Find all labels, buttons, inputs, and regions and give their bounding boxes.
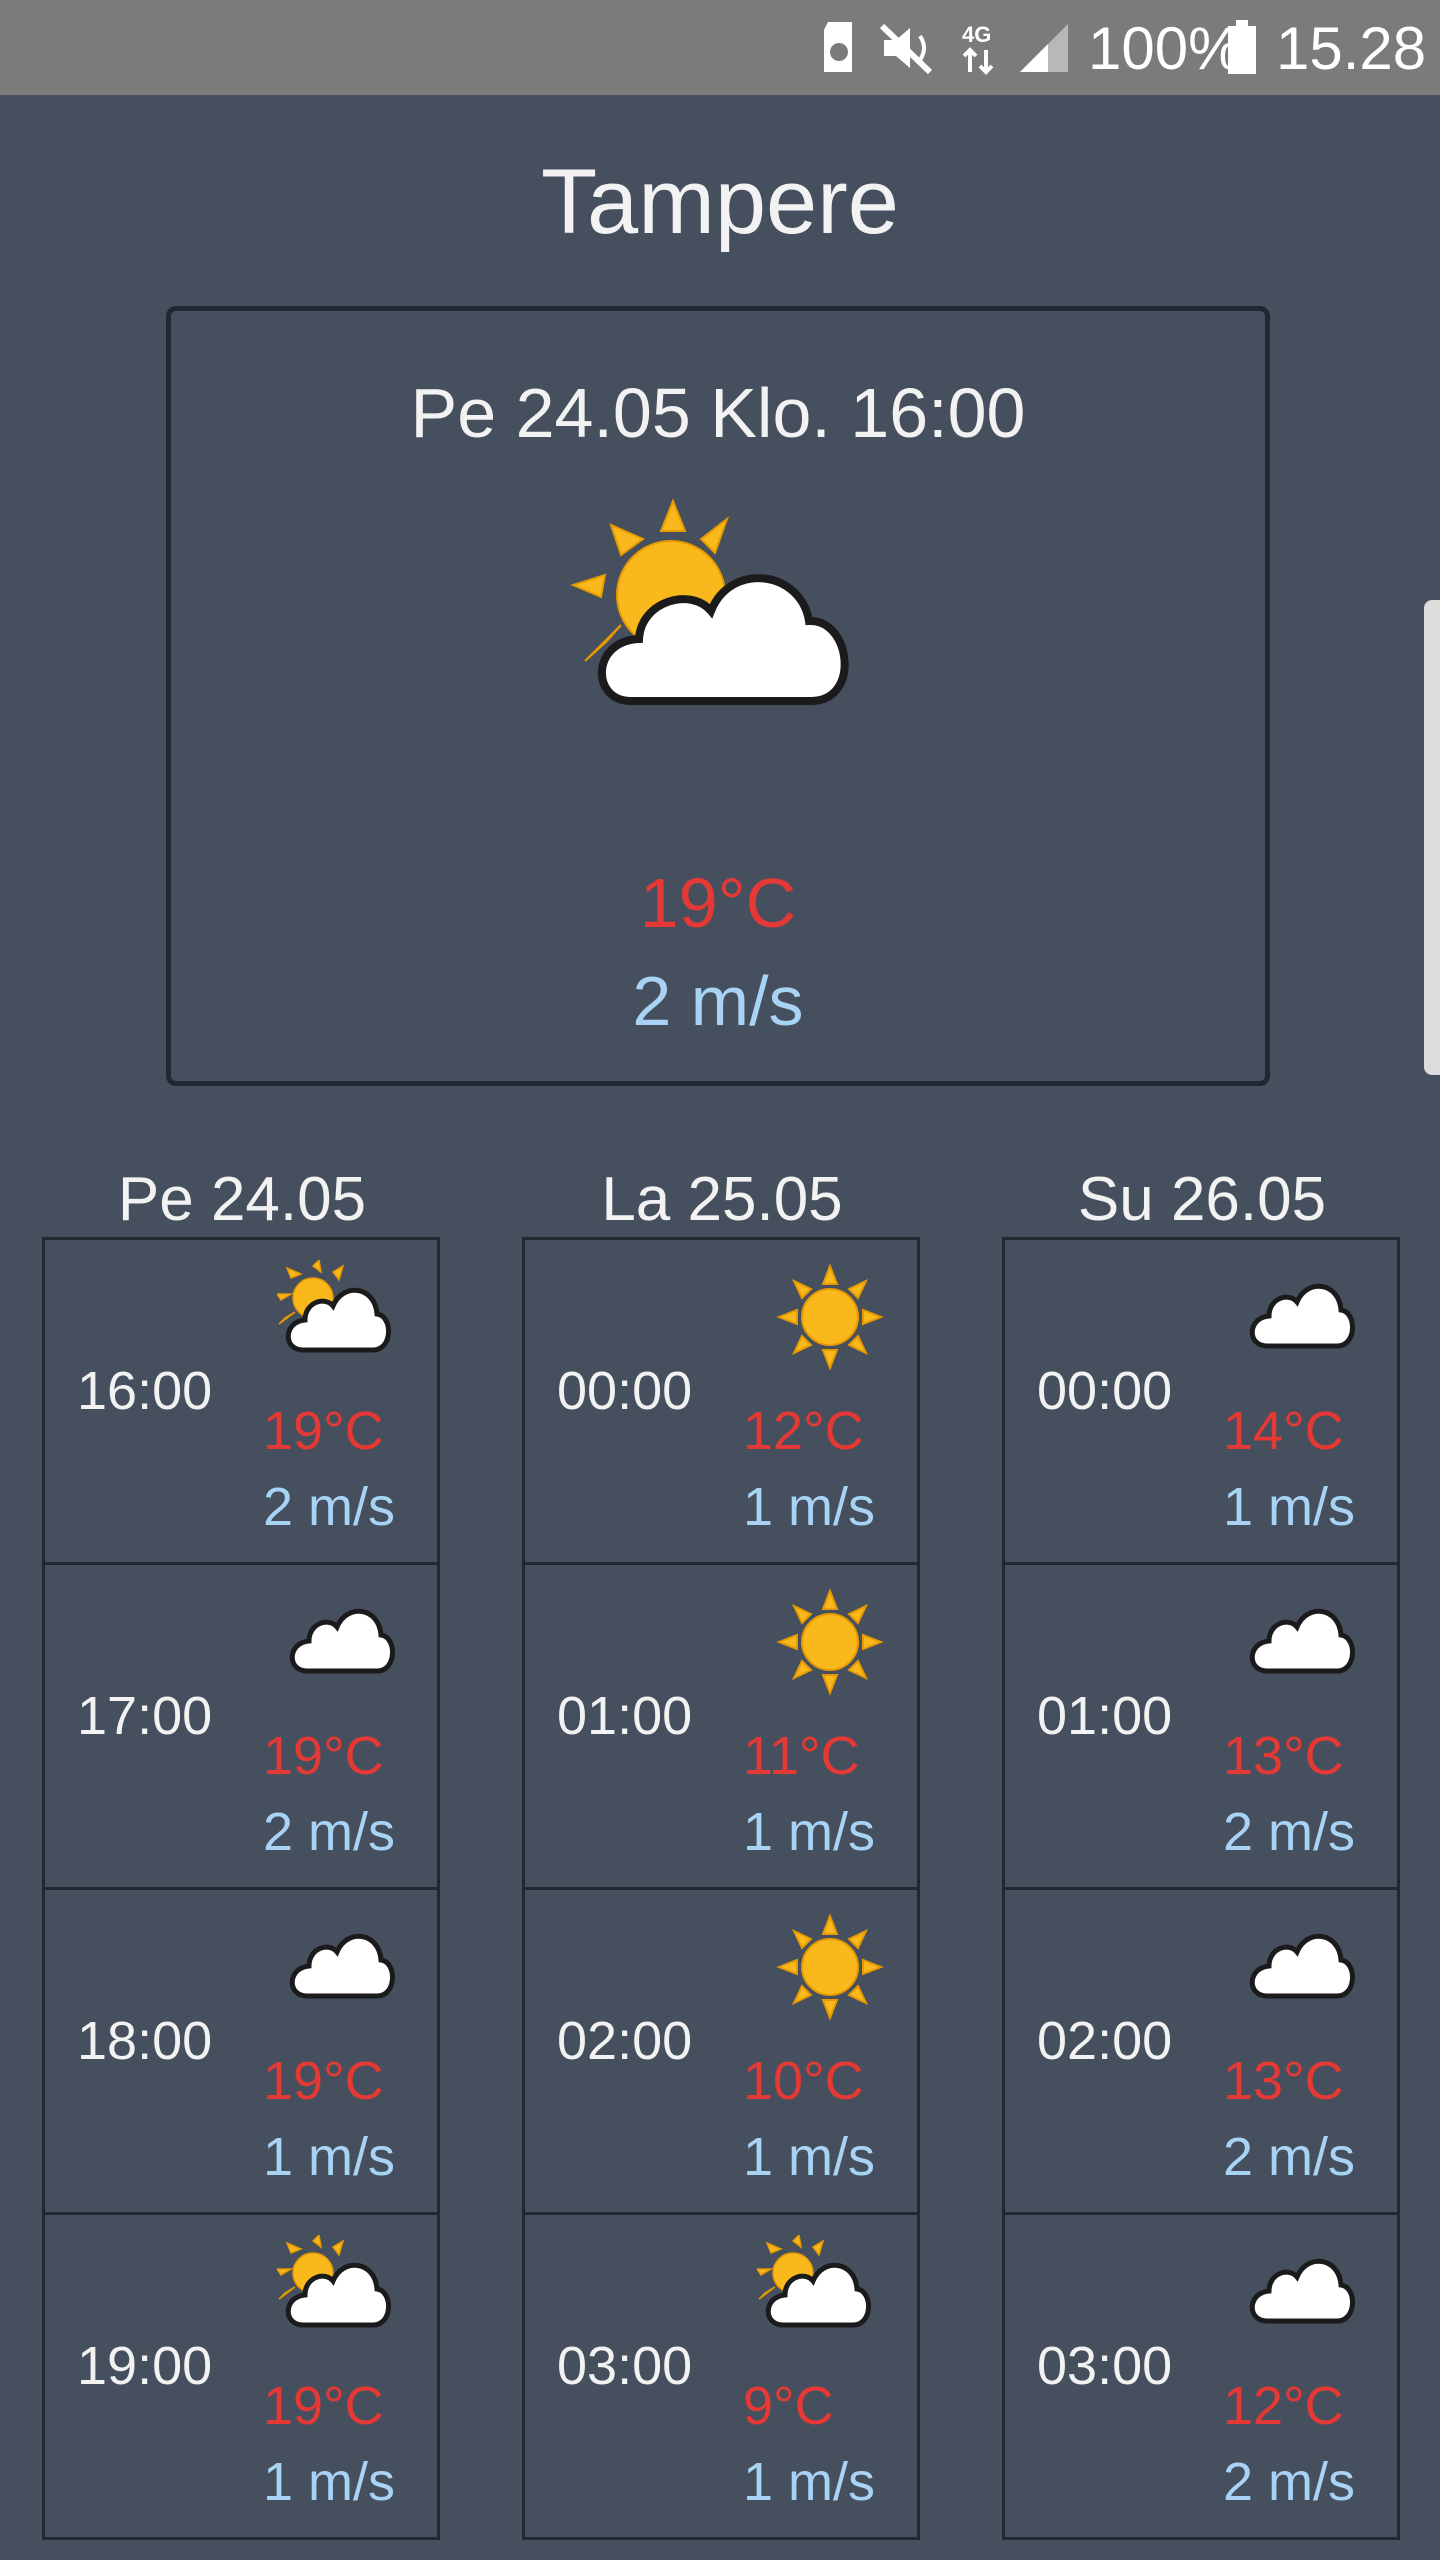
hour-wind: 1 m/s bbox=[263, 2127, 396, 2187]
hour-temperature: 19°C bbox=[263, 2376, 384, 2436]
hour-wind: 2 m/s bbox=[1223, 2452, 1356, 2512]
day-title: Pe 24.05 bbox=[117, 1165, 367, 1234]
cloud-icon bbox=[285, 1593, 395, 1688]
partly-cloudy-icon bbox=[275, 2233, 397, 2340]
hour-time: 00:00 bbox=[1037, 1361, 1173, 1421]
day-column: Pe 24.05 16:00 19°C 2 m/s 17:00 19°C 2 m… bbox=[42, 1160, 442, 2540]
hour-temperature: 9°C bbox=[743, 2376, 834, 2436]
hour-time: 02:00 bbox=[1037, 2011, 1173, 2071]
hour-forecast: 03:00 12°C 2 m/s bbox=[1002, 2212, 1400, 2540]
hour-time: 01:00 bbox=[557, 1686, 693, 1746]
hour-temperature: 13°C bbox=[1223, 1726, 1344, 1786]
hour-temperature: 11°C bbox=[743, 1726, 860, 1786]
sun-icon bbox=[775, 1912, 885, 2027]
current-wind: 2 m/s bbox=[632, 962, 804, 1040]
hour-temperature: 19°C bbox=[263, 2051, 384, 2111]
hour-time: 03:00 bbox=[557, 2336, 693, 2396]
sun-icon bbox=[775, 1262, 885, 1377]
hour-forecast: 18:00 19°C 1 m/s bbox=[42, 1887, 440, 2215]
day-title: Su 26.05 bbox=[1077, 1165, 1327, 1234]
signal-icon bbox=[1020, 24, 1068, 72]
hour-temperature: 12°C bbox=[1223, 2376, 1344, 2436]
sun-icon bbox=[775, 1587, 885, 1702]
hour-wind: 2 m/s bbox=[1223, 1802, 1356, 1862]
hour-forecast: 03:00 9°C 1 m/s bbox=[522, 2212, 920, 2540]
hour-wind: 2 m/s bbox=[263, 1802, 396, 1862]
hour-wind: 2 m/s bbox=[263, 1477, 396, 1537]
hour-forecast: 01:00 11°C 1 m/s bbox=[522, 1562, 920, 1890]
hour-wind: 1 m/s bbox=[743, 2452, 876, 2512]
hour-wind: 1 m/s bbox=[263, 2452, 396, 2512]
hour-temperature: 13°C bbox=[1223, 2051, 1344, 2111]
hour-time: 16:00 bbox=[77, 1361, 213, 1421]
cloud-icon bbox=[285, 1918, 395, 2013]
cloud-icon bbox=[1245, 1918, 1355, 2013]
sd-card-icon bbox=[824, 22, 852, 72]
current-datetime: Pe 24.05 Klo. 16:00 bbox=[410, 374, 1026, 452]
hour-time: 03:00 bbox=[1037, 2336, 1173, 2396]
hour-temperature: 10°C bbox=[743, 2051, 864, 2111]
hour-forecast: 01:00 13°C 2 m/s bbox=[1002, 1562, 1400, 1890]
mute-icon bbox=[880, 23, 933, 74]
hour-wind: 1 m/s bbox=[743, 2127, 876, 2187]
hour-temperature: 19°C bbox=[263, 1401, 384, 1461]
partly-cloudy-icon bbox=[275, 1258, 397, 1365]
hour-forecast: 00:00 14°C 1 m/s bbox=[1002, 1237, 1400, 1565]
hour-wind: 2 m/s bbox=[1223, 2127, 1356, 2187]
hour-forecast: 17:00 19°C 2 m/s bbox=[42, 1562, 440, 1890]
svg-text:4G: 4G bbox=[962, 22, 991, 47]
cloud-icon bbox=[1245, 2243, 1355, 2338]
hour-forecast: 16:00 19°C 2 m/s bbox=[42, 1237, 440, 1565]
cloud-icon bbox=[1245, 1268, 1355, 1363]
hour-forecast: 00:00 12°C 1 m/s bbox=[522, 1237, 920, 1565]
status-time: 15.28 bbox=[1276, 15, 1427, 82]
hour-time: 19:00 bbox=[77, 2336, 213, 2396]
hour-forecast: 19:00 19°C 1 m/s bbox=[42, 2212, 440, 2540]
hour-time: 18:00 bbox=[77, 2011, 213, 2071]
day-column: Su 26.05 00:00 14°C 1 m/s 01:00 13°C 2 m… bbox=[1002, 1160, 1402, 2540]
day-column: La 25.05 00:00 12°C 1 m/s 01:00 11°C 1 m… bbox=[522, 1160, 922, 2540]
battery-percent: 100% bbox=[1088, 15, 1242, 82]
current-temperature: 19°C bbox=[639, 864, 797, 942]
day-title: La 25.05 bbox=[601, 1165, 843, 1234]
cloud-icon bbox=[1245, 1593, 1355, 1688]
hour-wind: 1 m/s bbox=[743, 1802, 876, 1862]
scrollbar[interactable] bbox=[1424, 600, 1440, 1075]
hour-temperature: 14°C bbox=[1223, 1401, 1344, 1461]
hour-time: 17:00 bbox=[77, 1686, 213, 1746]
hour-forecast: 02:00 13°C 2 m/s bbox=[1002, 1887, 1400, 2215]
partly-cloudy-icon bbox=[570, 498, 849, 705]
hour-temperature: 12°C bbox=[743, 1401, 864, 1461]
current-weather-card: Pe 24.05 Klo. 16:00 19°C 2 m/s bbox=[166, 306, 1270, 1086]
hour-time: 01:00 bbox=[1037, 1686, 1173, 1746]
battery-icon bbox=[1228, 20, 1256, 74]
city-title: Tampere bbox=[541, 151, 899, 253]
hour-wind: 1 m/s bbox=[743, 1477, 876, 1537]
hour-time: 02:00 bbox=[557, 2011, 693, 2071]
hour-forecast: 02:00 10°C 1 m/s bbox=[522, 1887, 920, 2215]
status-bar: 4G 100% 15.28 bbox=[0, 0, 1440, 95]
4g-icon: 4G bbox=[962, 22, 994, 75]
hour-wind: 1 m/s bbox=[1223, 1477, 1356, 1537]
partly-cloudy-icon bbox=[755, 2233, 877, 2340]
hour-temperature: 19°C bbox=[263, 1726, 384, 1786]
hour-time: 00:00 bbox=[557, 1361, 693, 1421]
